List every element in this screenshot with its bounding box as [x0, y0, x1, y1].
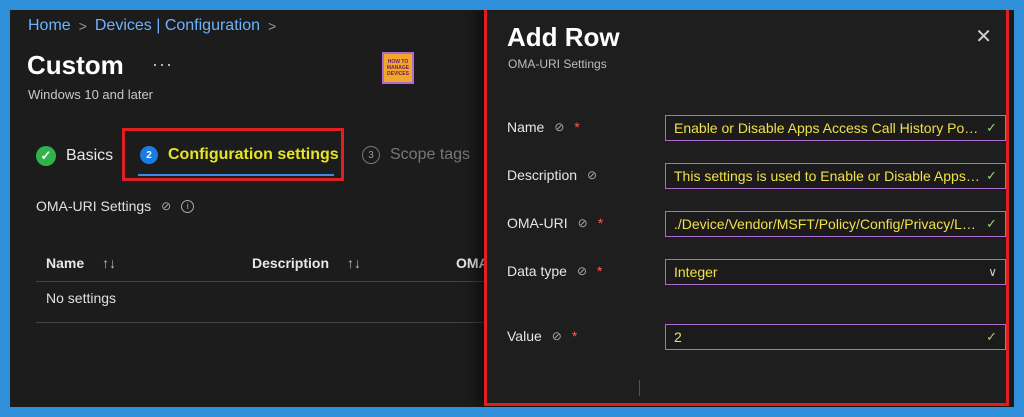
more-options-icon[interactable]: ···	[152, 54, 173, 75]
active-tab-underline	[138, 174, 334, 176]
link-icon: ⊘	[576, 264, 587, 278]
description-label: Description ⊘	[507, 167, 598, 183]
chevron-down-icon[interactable]: ∨	[988, 265, 997, 279]
breadcrumb-devices[interactable]: Devices | Configuration	[95, 17, 260, 35]
link-icon: ⊘	[551, 329, 562, 343]
chevron-right-icon: >	[268, 18, 277, 34]
divider	[36, 322, 506, 323]
tab-scope-tags[interactable]: 3 Scope tags	[362, 146, 470, 164]
oma-uri-field[interactable]: ./Device/Vendor/MSFT/Policy/Config/Priva…	[665, 211, 1006, 237]
name-label: Name ⊘ *	[507, 119, 580, 135]
tab-basics-label: Basics	[66, 147, 114, 164]
app-frame: Home > Devices | Configuration > Custom …	[10, 10, 1014, 407]
sort-icon[interactable]: ↑↓	[102, 255, 116, 271]
tab-basics[interactable]: ✓ Basics	[36, 146, 113, 166]
page-subtitle: Windows 10 and later	[28, 87, 154, 102]
check-icon: ✓	[986, 168, 997, 183]
panel-title: Add Row	[507, 22, 620, 52]
info-icon[interactable]: i	[181, 199, 195, 213]
required-marker: *	[597, 263, 603, 279]
data-type-label: Data type ⊘ *	[507, 263, 603, 279]
page-title: Custom	[27, 50, 124, 80]
link-icon: ⊘	[554, 120, 565, 134]
required-marker: *	[574, 119, 580, 135]
name-field[interactable]: Enable or Disable Apps Access Call Histo…	[665, 115, 1006, 141]
tab-scope-label: Scope tags	[390, 146, 471, 163]
site-logo: HOW TO MANAGE DEVICES	[382, 52, 414, 84]
chevron-right-icon: >	[78, 18, 87, 34]
add-row-panel: Add Row OMA-URI Settings ✕ Name ⊘ * Enab…	[484, 10, 1009, 406]
panel-subtitle: OMA-URI Settings	[508, 57, 607, 71]
value-field[interactable]: 2 ✓	[665, 324, 1006, 350]
required-marker: *	[571, 328, 578, 344]
check-icon: ✓	[986, 120, 997, 135]
check-icon: ✓	[986, 329, 997, 344]
close-icon[interactable]: ✕	[975, 24, 992, 49]
oma-uri-label: OMA-URI ⊘ *	[507, 215, 604, 231]
required-marker: *	[597, 215, 604, 231]
description-field[interactable]: This settings is used to Enable or Disab…	[665, 163, 1006, 189]
check-icon: ✓	[986, 216, 997, 231]
link-icon: ⊘	[577, 216, 588, 230]
empty-table-message: No settings	[46, 290, 117, 306]
link-icon: ⊘	[587, 168, 598, 182]
column-header-description[interactable]: Description ↑↓	[252, 255, 361, 271]
tab-configuration-label: Configuration settings	[168, 146, 339, 163]
breadcrumb-home[interactable]: Home	[28, 17, 71, 35]
step-2-icon: 2	[140, 146, 158, 164]
check-circle-icon: ✓	[36, 146, 56, 166]
data-type-dropdown[interactable]: Integer ∨	[665, 259, 1006, 285]
sort-icon[interactable]: ↑↓	[347, 255, 361, 271]
scrollbar[interactable]	[639, 380, 640, 396]
divider	[36, 281, 506, 282]
oma-uri-settings-heading: OMA-URI Settings ⊘ i	[36, 198, 195, 214]
breadcrumb: Home > Devices | Configuration >	[28, 17, 276, 35]
column-header-name[interactable]: Name ↑↓	[46, 255, 116, 271]
step-3-icon: 3	[362, 146, 380, 164]
tab-configuration-settings[interactable]: 2 Configuration settings	[140, 146, 339, 164]
link-icon: ⊘	[161, 199, 172, 213]
value-label: Value ⊘ *	[507, 328, 578, 344]
